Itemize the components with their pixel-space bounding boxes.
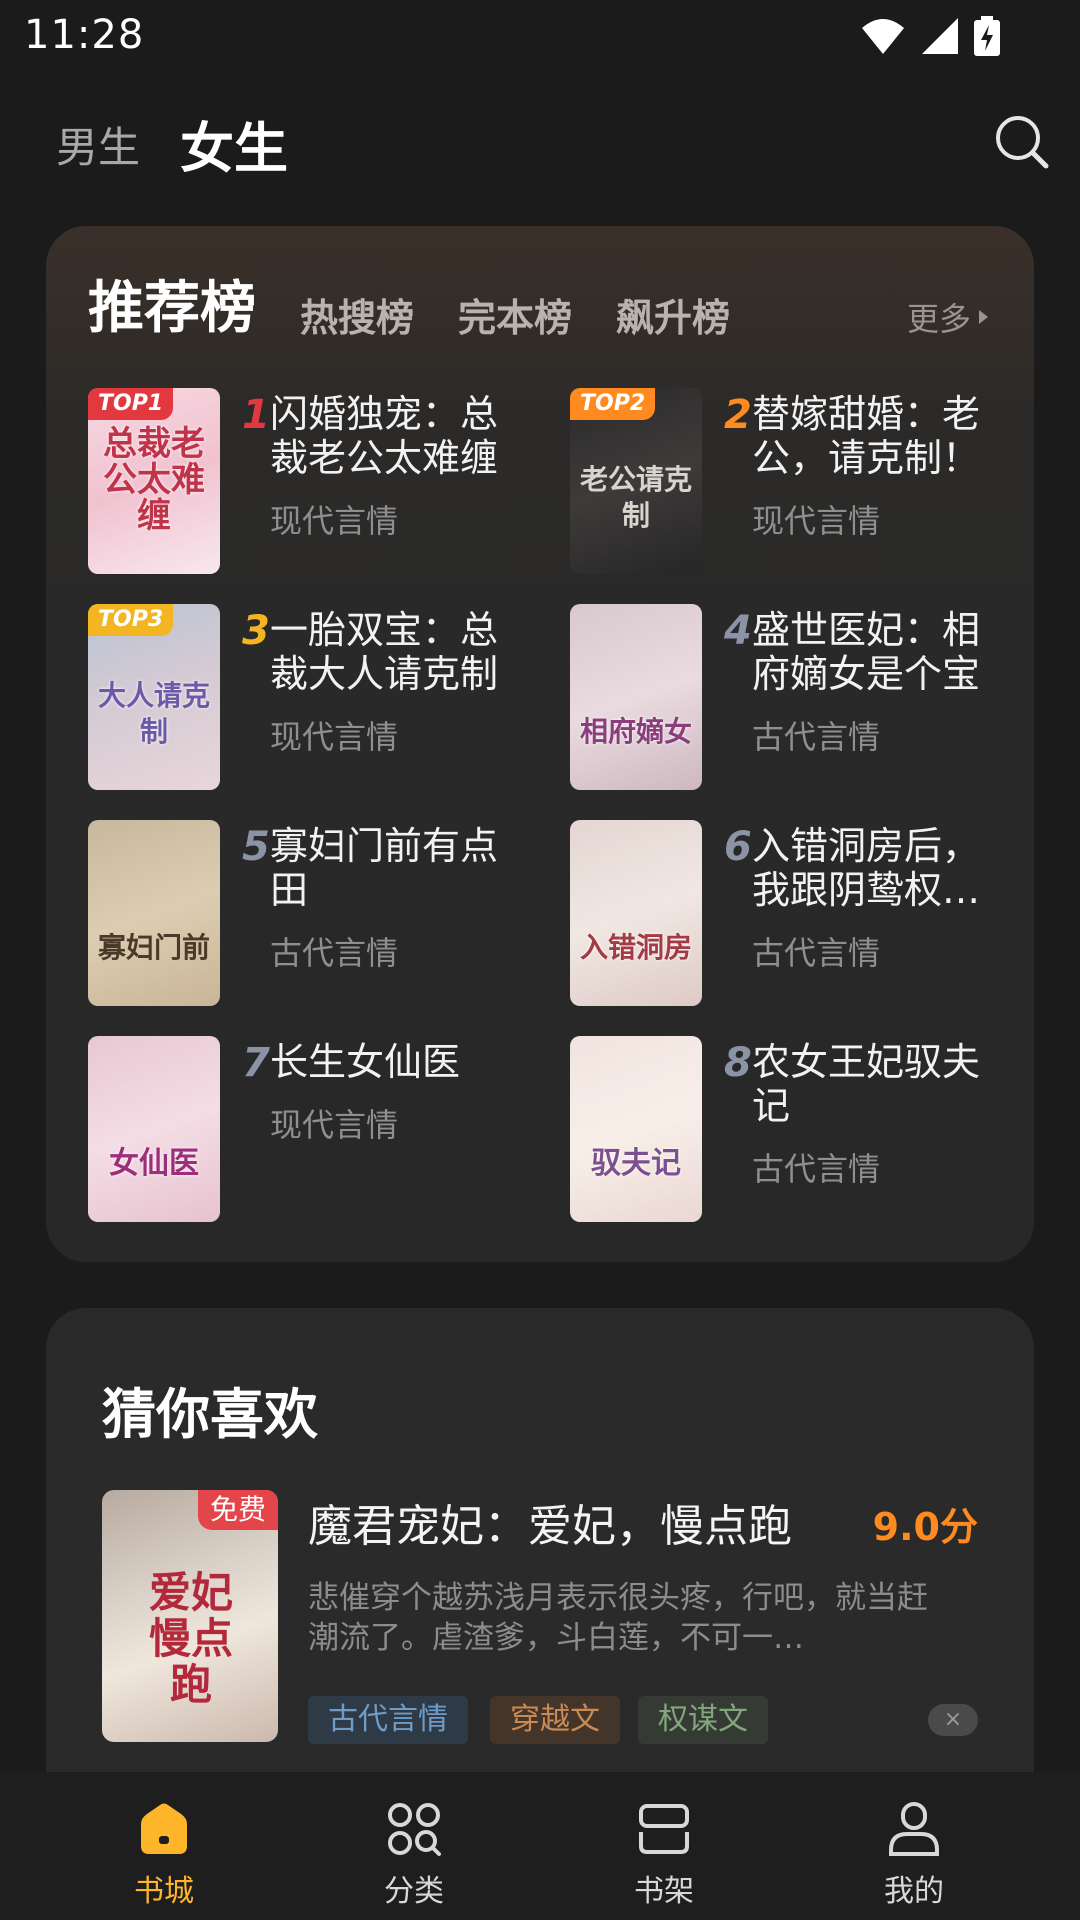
book-title: 替嫁甜婚：老公，请克制！ (752, 392, 981, 480)
rank-number: 6 (724, 824, 752, 870)
guess-you-like-card: 猜你喜欢 免费 爱妃慢点跑 魔君宠妃：爱妃，慢点跑 9.0分 悲催穿个越苏浅月表… (46, 1308, 1034, 1778)
tab-completed[interactable]: 完本榜 (458, 287, 572, 342)
book-cover: 女仙医 (88, 1036, 220, 1222)
battery-charging-icon (974, 16, 1000, 56)
book-item-6[interactable]: 入错洞房 6 入错洞房后，我跟阴鸷权… 古代言情 (570, 820, 1010, 1006)
book-genre: 古代言情 (270, 934, 399, 972)
rank-number: 5 (242, 824, 270, 870)
book-item-8[interactable]: 驭夫记 8 农女王妃驭夫记 古代言情 (570, 1036, 1010, 1222)
book-item-4[interactable]: 相府嫡女 4 盛世医妃：相府嫡女是个宝 古代言情 (570, 604, 1010, 790)
book-title: 闪婚独宠：总裁老公太难缠 (270, 392, 499, 480)
rank-number: 7 (242, 1040, 270, 1086)
tag-intrigue[interactable]: 权谋文 (638, 1696, 768, 1744)
book-genre: 现代言情 (270, 502, 399, 540)
recommended-book-cover[interactable]: 免费 爱妃慢点跑 (102, 1490, 278, 1742)
rank-number: 3 (242, 608, 270, 654)
book-genre: 古代言情 (752, 1150, 881, 1188)
top-badge: TOP2 (570, 388, 656, 420)
book-item-5[interactable]: 寡妇门前 5 寡妇门前有点田 古代言情 (88, 820, 528, 1006)
more-link[interactable]: 更多 (907, 294, 988, 340)
book-title: 农女王妃驭夫记 (752, 1040, 981, 1128)
nav-label: 书城 (134, 1874, 194, 1909)
cover-title: 总裁老公太难缠 (103, 424, 205, 536)
book-genre: 古代言情 (752, 718, 881, 756)
book-cover: 寡妇门前 (88, 820, 220, 1006)
book-cover: TOP3 大人请克制 (88, 604, 220, 790)
book-title: 盛世医妃：相府嫡女是个宝 (752, 608, 981, 696)
nav-profile[interactable]: 我的 (834, 1800, 994, 1910)
book-item-1[interactable]: TOP1 总裁老公太难缠 1 闪婚独宠：总裁老公太难缠 现代言情 (88, 388, 528, 574)
book-title: 寡妇门前有点田 (270, 824, 499, 912)
cover-title: 相府嫡女 (579, 715, 692, 748)
tag-time-travel[interactable]: 穿越文 (490, 1696, 620, 1744)
book-cover: TOP1 总裁老公太难缠 (88, 388, 220, 574)
search-icon[interactable] (994, 114, 1050, 170)
profile-icon (889, 1802, 939, 1856)
book-cover: 入错洞房 (570, 820, 702, 1006)
book-item-2[interactable]: TOP2 老公请克制 2 替嫁甜婚：老公，请克制！ 现代言情 (570, 388, 1010, 574)
nav-bookstore[interactable]: 书城 (84, 1800, 244, 1910)
bookshelf-icon (639, 1804, 689, 1854)
section-title: 猜你喜欢 (102, 1383, 318, 1446)
home-icon (141, 1803, 187, 1854)
wifi-icon (862, 19, 904, 54)
ranking-tabs: 推荐榜 热搜榜 完本榜 飙升榜 更多 (88, 274, 988, 344)
book-title: 入错洞房后，我跟阴鸷权… (752, 824, 981, 912)
top-nav: 男生 女生 (0, 100, 1080, 180)
rank-number: 8 (724, 1040, 752, 1086)
arrow-right-icon (979, 310, 988, 324)
book-title: 一胎双宝：总裁大人请克制 (270, 608, 499, 696)
signal-icon (922, 18, 958, 54)
book-genre: 现代言情 (270, 1106, 399, 1144)
tab-recommend[interactable]: 推荐榜 (88, 263, 256, 344)
nav-label: 书架 (634, 1874, 694, 1909)
tab-hot-search[interactable]: 热搜榜 (300, 287, 414, 342)
top-badge: TOP3 (88, 604, 174, 636)
book-genre: 古代言情 (752, 934, 881, 972)
book-description[interactable]: 悲催穿个越苏浅月表示很头疼，行吧，就当赶潮流了。虐渣爹，斗白莲，不可一… (308, 1578, 948, 1658)
nav-category[interactable]: 分类 (334, 1800, 494, 1910)
rank-number: 4 (724, 608, 752, 654)
book-cover: TOP2 老公请克制 (570, 388, 702, 574)
cover-title: 驭夫记 (591, 1146, 681, 1181)
tab-male[interactable]: 男生 (56, 114, 140, 175)
dismiss-button[interactable]: × (928, 1704, 978, 1736)
book-genre: 现代言情 (270, 718, 399, 756)
nav-label: 我的 (884, 1874, 944, 1909)
more-label: 更多 (906, 300, 971, 338)
cover-title: 寡妇门前 (97, 931, 210, 964)
cover-title: 女仙医 (109, 1146, 199, 1181)
book-item-3[interactable]: TOP3 大人请克制 3 一胎双宝：总裁大人请克制 现代言情 (88, 604, 528, 790)
nav-label: 分类 (384, 1874, 444, 1909)
nav-bookshelf[interactable]: 书架 (584, 1800, 744, 1910)
ranking-card: 推荐榜 热搜榜 完本榜 飙升榜 更多 TOP1 总裁老公太难缠 1 闪婚独宠：总… (46, 226, 1034, 1262)
cover-title: 入错洞房 (579, 931, 692, 964)
book-cover: 驭夫记 (570, 1036, 702, 1222)
status-time: 11:28 (24, 12, 145, 58)
book-title: 长生女仙医 (270, 1040, 461, 1084)
book-item-7[interactable]: 女仙医 7 长生女仙医 现代言情 (88, 1036, 528, 1222)
rank-number: 2 (724, 392, 752, 438)
book-genre: 现代言情 (752, 502, 881, 540)
tab-female[interactable]: 女生 (180, 104, 288, 183)
bottom-nav: 书城 分类 书架 我的 (0, 1772, 1080, 1920)
status-bar: 11:28 (0, 0, 1080, 72)
category-icon (388, 1803, 441, 1856)
tag-ancient-romance[interactable]: 古代言情 (308, 1696, 468, 1744)
book-cover: 相府嫡女 (570, 604, 702, 790)
cover-title: 老公请克制 (579, 463, 692, 532)
rank-number: 1 (242, 392, 270, 438)
tab-rising[interactable]: 飙升榜 (616, 287, 730, 342)
book-score: 9.0分 (872, 1505, 978, 1549)
status-icons (860, 16, 1000, 56)
top-badge: TOP1 (88, 388, 174, 420)
cover-title: 大人请克制 (97, 679, 210, 748)
recommended-book-title[interactable]: 魔君宠妃：爱妃，慢点跑 (308, 1490, 792, 1554)
free-badge: 免费 (197, 1490, 278, 1530)
cover-title: 爱妃慢点跑 (148, 1568, 233, 1709)
